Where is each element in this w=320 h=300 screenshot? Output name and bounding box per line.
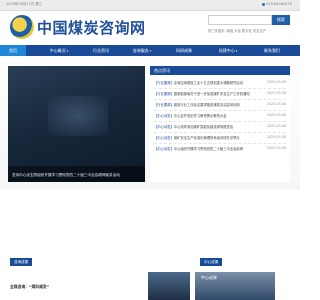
nav-item-party[interactable]: 党建中心▾: [212, 45, 244, 56]
panel-tag-consulting[interactable]: 咨询成果: [10, 258, 33, 266]
news-tag: 【行业要闻】: [154, 81, 174, 85]
news-date: 2025-09-08: [266, 124, 286, 128]
news-tag: 【中心动态】: [154, 114, 174, 118]
news-item[interactable]: 【中心动态】中心召开党纪学习教育警示教育大会 2025-09-08: [154, 113, 288, 121]
divider: [154, 99, 286, 100]
news-title-bar: [150, 66, 290, 75]
nav-item-research[interactable]: 科研成果: [168, 45, 200, 56]
search-input[interactable]: [208, 15, 272, 25]
news-text: 煤炭行业工作会议要求推进煤炭清洁高效利用: [173, 103, 240, 107]
top-phone: 010-64284270: [262, 2, 292, 6]
panel-tag-results[interactable]: 中心成果: [200, 258, 223, 266]
phone-number: 010-64284270: [266, 2, 292, 6]
thumbnail-image[interactable]: 中心成果: [195, 272, 275, 300]
divider: [154, 121, 286, 122]
news-tag: 【行业要闻】: [154, 92, 174, 96]
news-text: 中心召开党纪学习教育警示教育大会: [173, 114, 227, 118]
news-text: 中心组织开展学习贯彻党的二十届三中全会精神: [173, 147, 244, 151]
nav-item-label: 行业资讯: [93, 48, 109, 53]
news-item[interactable]: 【行业要闻】煤炭行业工作会议要求推进煤炭清洁高效利用 2025-09-08: [154, 102, 288, 110]
divider: [154, 88, 286, 89]
divider: [154, 132, 286, 133]
divider: [154, 110, 286, 111]
chevron-down-icon: ▾: [66, 49, 69, 53]
nav-item-label: 中心概况: [49, 48, 66, 53]
news-date: 2025-09-08: [266, 102, 286, 106]
news-item[interactable]: 【中心动态】煤矿安全生产标准化管理体系培训班在京举办 2025-09-08: [154, 135, 288, 143]
nav-item-contact[interactable]: 联系我们: [256, 45, 288, 56]
top-bar: 2025年09月17日 周三 010-64284270: [0, 0, 300, 11]
news-item[interactable]: 【中心动态】中心领导参加煤矿智能化建设现场推进会 2025-09-08: [154, 124, 288, 132]
news-date: 2025-09-08: [266, 113, 286, 117]
hot-keywords: 热门关键字: 煤炭 大会 数字化 安全生产: [208, 29, 267, 33]
news-tag: 【中心动态】: [154, 136, 174, 140]
search-button[interactable]: 搜索: [272, 15, 290, 25]
news-item[interactable]: 【中心动态】中心组织开展学习贯彻党的二十届三中全会精神 2025-09-08: [154, 146, 288, 154]
image-carousel[interactable]: 坚持中心优生院组织开展学习贯彻党的二十届三中全会精神宣讲活动: [8, 66, 145, 182]
nav-item-label: 咨询服务: [132, 48, 149, 53]
thumbnail-caption: 中心成果: [201, 275, 217, 280]
nav-item-label: 首页: [9, 48, 17, 53]
news-date: 2025-09-08: [266, 80, 286, 84]
nav-item-label: 联系我们: [264, 48, 280, 53]
top-date: 2025年09月17日 周三: [6, 2, 43, 6]
news-text: 国家能源局关于进一步加强煤矿安全生产工作的通知: [173, 92, 250, 96]
nav-item-home[interactable]: 首页: [0, 45, 26, 56]
news-tag: 【中心动态】: [154, 147, 174, 151]
news-text: 中心领导参加煤矿智能化建设现场推进会: [173, 125, 234, 129]
main-nav: 首页 中心概况▾ 行业资讯 咨询服务▾ 科研成果 党建中心▾ 联系我们: [0, 45, 300, 56]
news-date: 2025-09-08: [266, 91, 286, 95]
carousel-image: [48, 96, 108, 136]
divider: [154, 143, 286, 144]
nav-item-label: 科研成果: [176, 48, 192, 53]
news-item[interactable]: 【行业要闻】全省应用煤炭工业十五五规划重大课题研究启动 2025-09-08: [154, 80, 288, 88]
nav-item-about[interactable]: 中心概况▾: [44, 45, 74, 56]
news-title: 热点资讯: [154, 68, 170, 73]
news-tag: 【中心动态】: [154, 125, 174, 129]
news-text: 煤矿安全生产标准化管理体系培训班在京举办: [173, 136, 240, 140]
news-date: 2025-09-08: [266, 146, 286, 150]
nav-item-consulting[interactable]: 咨询服务▾: [126, 45, 158, 56]
nav-item-industry-news[interactable]: 行业资讯: [86, 45, 116, 56]
site-title[interactable]: 中国煤炭咨询网: [37, 17, 146, 38]
nav-item-label: 党建中心: [218, 48, 235, 53]
chevron-down-icon: ▾: [235, 49, 238, 53]
logo-emblem-icon[interactable]: [10, 15, 34, 39]
phone-icon: [262, 2, 266, 6]
hot-news-panel: 热点资讯 【行业要闻】全省应用煤炭工业十五五规划重大课题研究启动 2025-09-…: [150, 66, 290, 182]
carousel-caption[interactable]: 坚持中心优生院组织开展学习贯彻党的二十届三中全会精神宣讲活动: [12, 173, 120, 178]
news-tag: 【行业要闻】: [154, 103, 174, 107]
chevron-down-icon: ▾: [149, 49, 152, 53]
news-item[interactable]: 【行业要闻】国家能源局关于进一步加强煤矿安全生产工作的通知 2025-09-08: [154, 91, 288, 99]
consulting-headline[interactable]: 全煤咨询：“煤科威发”: [10, 284, 49, 290]
news-text: 全省应用煤炭工业十五五规划重大课题研究启动: [173, 81, 244, 85]
news-date: 2025-09-08: [266, 135, 286, 139]
thumbnail-image[interactable]: [148, 272, 190, 300]
